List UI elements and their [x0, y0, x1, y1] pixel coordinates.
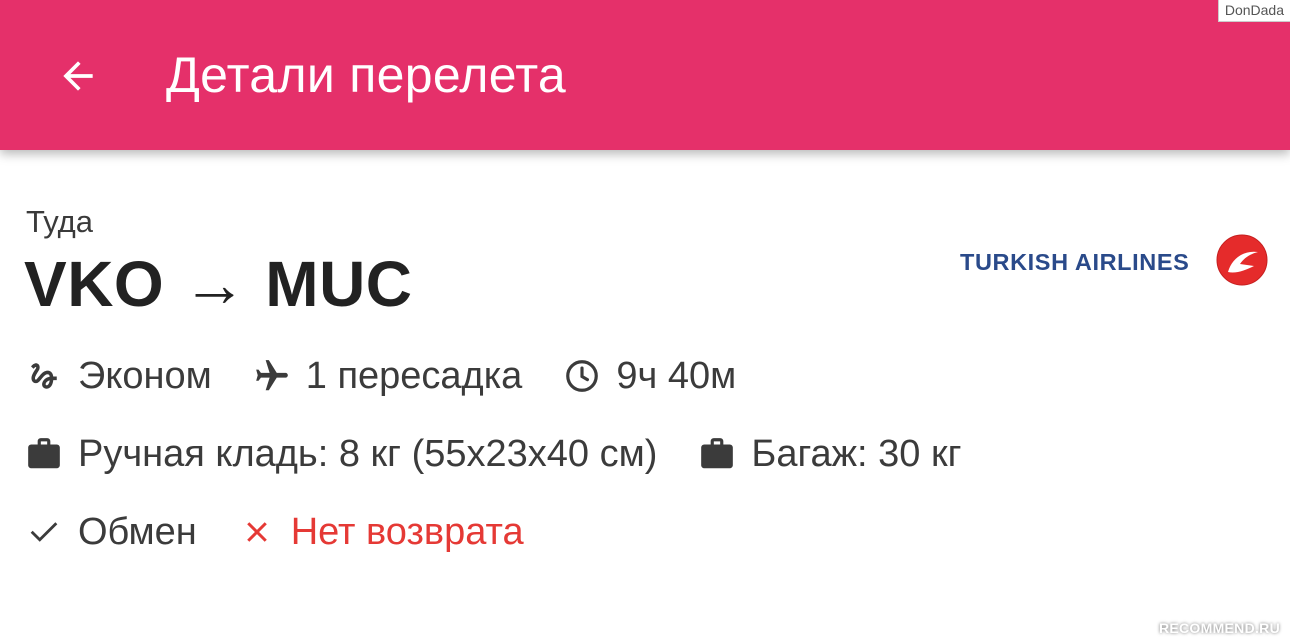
- watermark-bottom: RECOMMEND.RU: [1158, 620, 1280, 636]
- turkish-airlines-logo: TURKISH AIRLINES: [960, 234, 1268, 286]
- cabin-class: Эконом: [24, 352, 212, 400]
- airplane-icon: [252, 352, 292, 400]
- briefcase-icon: [697, 430, 737, 478]
- duration: 9ч 40м: [562, 352, 736, 400]
- hand-luggage: Ручная кладь: 8 кг (55x23x40 см): [24, 430, 657, 478]
- luggage-row: Ручная кладь: 8 кг (55x23x40 см) Багаж: …: [24, 430, 961, 478]
- page-title: Детали перелета: [166, 47, 566, 103]
- hand-luggage-label: Ручная кладь: 8 кг (55x23x40 см): [78, 432, 658, 475]
- stops-label: 1 пересадка: [305, 354, 523, 397]
- clock-icon: [562, 352, 602, 400]
- watermark-top: DonDada: [1217, 0, 1290, 22]
- flight-details-screen: Детали перелета DonDada Туда VKO → MUC T…: [0, 0, 1290, 644]
- route: VKO → MUC: [24, 248, 413, 320]
- baggage: Багаж: 30 кг: [697, 430, 961, 478]
- stops: 1 пересадка: [252, 352, 523, 400]
- svg-text:TURKISH AIRLINES: TURKISH AIRLINES: [960, 249, 1189, 275]
- back-button[interactable]: [40, 40, 116, 112]
- cross-icon: [237, 508, 277, 556]
- flight-info-row: Эконом 1 пересадка 9ч 40м: [24, 352, 736, 400]
- baggage-label: Багаж: 30 кг: [751, 432, 962, 475]
- check-icon: [24, 508, 64, 556]
- direction-label: Туда: [26, 204, 93, 239]
- refund-label: Нет возврата: [290, 510, 524, 553]
- cabin-class-label: Эконом: [78, 354, 212, 397]
- exchange-label: Обмен: [78, 510, 197, 553]
- duration-label: 9ч 40м: [616, 354, 737, 397]
- seat-icon: [24, 352, 64, 400]
- arrow-back-icon: [63, 61, 93, 91]
- exchange: Обмен: [24, 508, 197, 556]
- fare-rules-row: Обмен Нет возврата: [24, 508, 524, 556]
- app-bar: Детали перелета: [0, 0, 1290, 150]
- briefcase-icon: [24, 430, 64, 478]
- refund: Нет возврата: [237, 508, 524, 556]
